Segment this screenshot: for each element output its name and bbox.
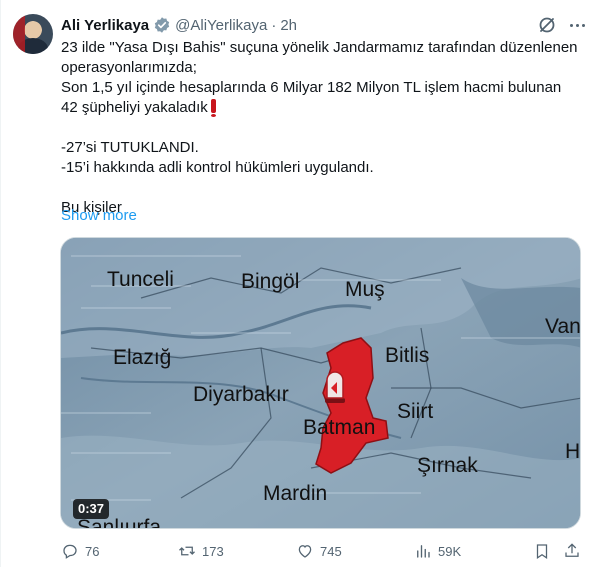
tweet-header: Ali Yerlikaya @AliYerlikaya · 2h [61,15,297,35]
verified-badge-icon [154,17,170,33]
map-label-hakkari: H [565,440,581,463]
bookmark-button[interactable] [533,541,551,561]
author-name[interactable]: Ali Yerlikaya [61,17,149,34]
police-light-icon [325,371,345,403]
video-duration: 0:37 [73,499,110,519]
views-icon [417,545,430,558]
tweet-line: -15’i hakkında adli kontrol hükümleri uy… [61,159,374,176]
author-handle[interactable]: @AliYerlikaya [175,17,267,34]
repost-icon [179,546,195,556]
repost-count: 173 [202,543,224,559]
tweet-line: Bu kişiler [61,199,122,216]
views-button[interactable]: 59K [414,541,461,561]
map-label-sirnak: Şırnak [417,454,478,477]
reply-count: 76 [85,543,100,559]
share-button[interactable] [563,541,581,561]
like-icon [298,545,312,558]
show-more-link[interactable]: Show more [61,206,137,226]
separator-dot: · [271,16,277,34]
video-player[interactable]: Tunceli Bingöl Muş Van Elazığ Bitlis Diy… [60,237,581,529]
tweet-line: Son 1,5 yıl içinde hesaplarında 6 Milyar… [61,79,562,116]
tweet[interactable]: Ali Yerlikaya @AliYerlikaya · 2h 23 ilde… [0,0,596,567]
bookmark-icon [536,544,548,559]
map-label-mardin: Mardin [263,482,328,505]
map-label-siirt: Siirt [397,400,434,423]
action-bar: 76 173 745 59K [61,541,581,561]
map-label-mus: Muş [345,278,385,301]
map-label-bitlis: Bitlis [385,344,430,367]
map-label-tunceli: Tunceli [107,268,174,291]
timestamp[interactable]: 2h [280,17,297,34]
tweet-text: 23 ilde "Yasa Dışı Bahis" suçuna yönelik… [61,38,581,218]
reply-button[interactable]: 76 [61,541,99,561]
like-button[interactable]: 745 [296,541,342,561]
reply-icon [63,544,77,559]
tweet-line: -27’si TUTUKLANDI. [61,139,199,156]
views-count: 59K [438,543,462,559]
more-icon[interactable] [567,17,587,33]
avatar[interactable] [13,14,53,54]
map-label-batman: Batman [303,416,376,439]
grok-icon[interactable] [537,15,557,35]
repost-button[interactable]: 173 [178,541,224,561]
map-label-elazig: Elazığ [113,346,172,369]
exclamation-emoji-icon [210,99,216,117]
map-label-van: Van [545,315,581,338]
tweet-line-with-emoji: Son 1,5 yıl içinde hesaplarında 6 Milyar… [61,78,581,118]
map-label-diyarbakir: Diyarbakır [193,383,289,406]
share-icon [565,543,579,557]
map-label-bingol: Bingöl [241,270,300,293]
tweet-line: 23 ilde "Yasa Dışı Bahis" suçuna yönelik… [61,39,582,76]
like-count: 745 [320,543,342,559]
